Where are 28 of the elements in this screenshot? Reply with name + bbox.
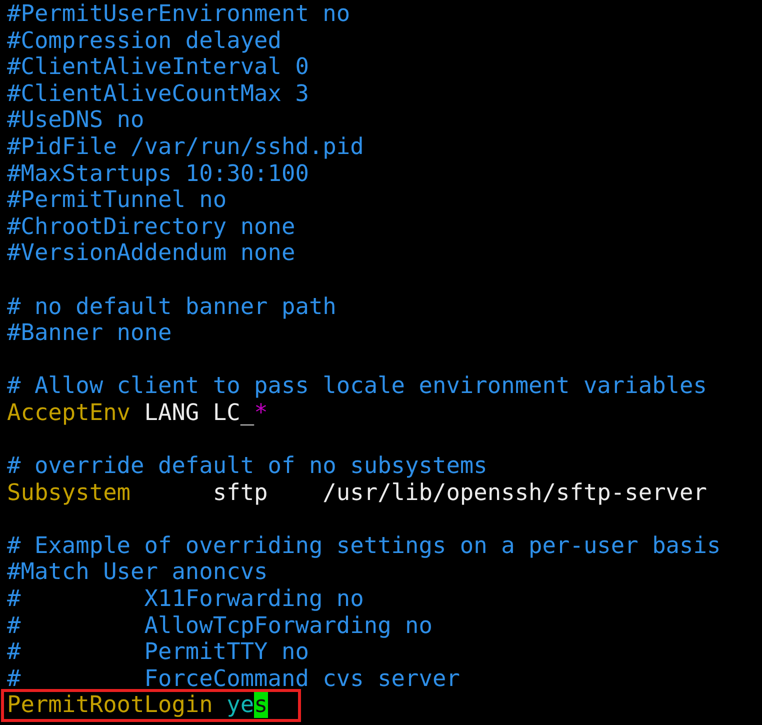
config-keyword: AcceptEnv: [7, 400, 131, 426]
code-comment: # override default of no subsystems: [7, 453, 488, 480]
code-comment: #MaxStartups 10:30:100: [7, 160, 309, 187]
code-comment: #PermitTunnel no: [7, 187, 227, 214]
code-comment: # AllowTcpForwarding no: [7, 612, 432, 639]
code-comment: #UseDNS no: [7, 107, 144, 134]
code-comment: # Allow client to pass locale environment variables: [7, 373, 707, 400]
code-comment: #ClientAliveCountMax 3: [7, 80, 309, 107]
code-comment: # ForceCommand cvs server: [7, 666, 460, 692]
code-comment: #PermitUserEnvironment no: [7, 1, 350, 27]
code-comment: #ClientAliveInterval 0: [7, 54, 309, 80]
code-comment: #ChrootDirectory none: [7, 214, 296, 240]
code-text: sftp /usr/lib/openssh/sftp-server: [212, 480, 707, 506]
code-comment: #Match User anoncvs: [7, 559, 268, 586]
code-comment: # no default banner path: [7, 294, 336, 320]
code-comment: #VersionAddendum none: [7, 240, 296, 266]
code-comment: #Compression delayed: [7, 28, 282, 54]
code-comment: #PidFile /var/run/sshd.pid: [7, 134, 364, 160]
config-value: ye: [226, 692, 254, 718]
config-keyword: PermitRootLogin: [7, 692, 213, 718]
text-cursor: s: [254, 692, 268, 718]
config-keyword: Subsystem: [7, 480, 131, 506]
wildcard-symbol: *: [254, 400, 268, 426]
code-comment: # X11Forwarding no: [7, 586, 364, 612]
code-comment: #Banner none: [7, 320, 172, 346]
code-comment: # PermitTTY no: [7, 639, 309, 666]
code-text: LANG LC_: [143, 400, 254, 426]
code-comment: # Example of overriding settings on a per-user basis: [7, 532, 721, 559]
